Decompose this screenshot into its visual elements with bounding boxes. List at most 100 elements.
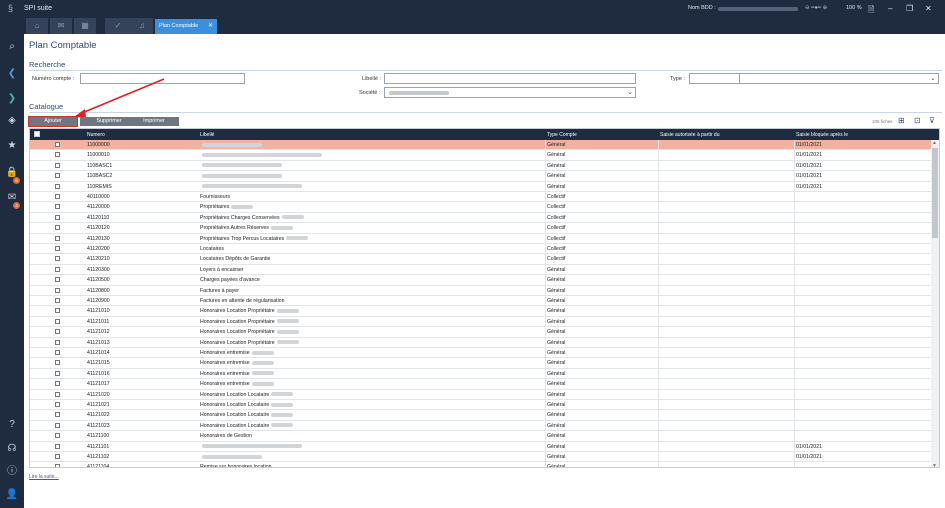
help-icon[interactable]: ? [5,418,19,432]
table-row[interactable]: 41120300 Loyers à encaisser Général [30,264,933,276]
scroll-up-icon[interactable]: ▲ [932,140,937,146]
table-row[interactable]: 11000000 Général 01/01/2021 [30,140,933,151]
libelle-input[interactable] [384,73,636,84]
table-row[interactable]: 41121015 Honoraires entremise Général [30,358,933,369]
row-checkbox[interactable] [55,370,60,376]
table-row[interactable]: 41121012 Honoraires Location Propriétaire… [30,327,933,338]
table-row[interactable]: 41121014 Honoraires entremise Général [30,348,933,359]
headset-icon[interactable]: ☊ [5,442,19,456]
info-icon[interactable]: ⓘ [5,465,19,479]
row-checkbox[interactable] [55,412,60,418]
table-row[interactable]: 41121023 Honoraires Location Locataire Gén… [30,420,933,432]
table-row[interactable]: 41121102 Général 01/01/2021 [30,452,933,463]
search-icon[interactable]: ⌕ [5,40,19,54]
col-saisie-bloquee[interactable]: Saisie bloquée après le [796,132,848,138]
select-all-checkbox[interactable] [34,131,40,137]
row-checkbox[interactable] [55,225,60,231]
row-checkbox[interactable] [55,194,60,199]
row-checkbox[interactable] [55,391,60,397]
scroll-down-icon[interactable]: ▼ [932,463,937,467]
check-icon[interactable]: ✓ [105,18,131,34]
vertical-scrollbar[interactable]: ▲ ▼ [931,140,939,467]
table-row[interactable]: 110BASC2 Général 01/01/2021 [30,171,933,182]
col-saisie-autorisee[interactable]: Saisie autorisée à partir du [660,132,719,138]
row-checkbox[interactable] [55,152,60,158]
row-checkbox[interactable] [55,402,60,407]
table-row[interactable]: 41121021 Honoraires Location Locataire Gén… [30,400,933,411]
table-row[interactable]: 41121013 Honoraires Location Propriétaire… [30,337,933,348]
row-checkbox[interactable] [55,308,60,314]
close-tab-icon[interactable]: ✕ [208,19,213,34]
lire-la-suite-link[interactable]: Lire la suite... [29,474,59,480]
chevron-right-icon[interactable]: ❯ [5,92,19,106]
zoom-slider[interactable]: ⊖ ━●━ ⊕ [805,5,827,11]
row-checkbox[interactable] [55,464,60,467]
row-checkbox[interactable] [55,235,60,241]
table-row[interactable]: 41121010 Honoraires Location Propriétaire… [30,306,933,317]
star-icon[interactable]: ★ [5,139,19,153]
user-icon[interactable]: 👤 [5,488,19,502]
table-row[interactable]: 110REMIS Général 01/01/2021 [30,181,933,192]
ajouter-button[interactable]: Ajouter [28,116,78,127]
row-checkbox[interactable] [55,162,60,168]
table-row[interactable]: 41121020 Honoraires Location Locataire Gén… [30,389,933,400]
col-libelle[interactable]: Libellé [200,132,214,138]
close-window-icon[interactable]: ✕ [925,4,932,13]
row-checkbox[interactable] [55,287,60,293]
row-checkbox[interactable] [55,298,60,303]
scroll-thumb[interactable] [932,148,938,238]
row-checkbox[interactable] [55,183,60,189]
row-checkbox[interactable] [55,339,60,345]
row-checkbox[interactable] [55,142,60,147]
table-row[interactable]: 41120900 Factures en attente de régularis… [30,296,933,307]
table-row[interactable]: 41121104 Remise sur honoraires location Gé… [30,462,933,467]
bell-icon[interactable]: ♫ [131,18,153,34]
row-checkbox[interactable] [55,277,60,283]
table-row[interactable]: 41121101 Général 01/01/2021 [30,441,933,452]
row-checkbox[interactable] [55,318,60,324]
table-row[interactable]: 41121016 Honoraires entremise Général [30,368,933,380]
row-checkbox[interactable] [55,443,60,449]
table-row[interactable]: 41121100 Honoraires de Gestion Général [30,431,933,442]
table-row[interactable]: 41120500 Charges payées d'avance Général [30,275,933,286]
col-type-compte[interactable]: Type Compte [547,132,577,138]
table-row[interactable]: 41121011 Honoraires Location Propriétaire… [30,316,933,328]
table-row[interactable]: 41120200 Locataires Collectif [30,244,933,255]
row-checkbox[interactable] [55,433,60,439]
row-checkbox[interactable] [55,214,60,220]
tab-plan-comptable[interactable]: Plan Comptable ✕ [155,19,217,34]
row-checkbox[interactable] [55,266,60,272]
table-row[interactable]: 41120120 Propriétaires Autres Réserves Col… [30,223,933,234]
row-checkbox[interactable] [55,454,60,459]
row-checkbox[interactable] [55,329,60,335]
table-row[interactable]: 41120130 Propriétaires Trop Percus Locata… [30,233,933,244]
calendar-icon[interactable]: ▦ [74,18,96,34]
filter-icon[interactable]: ⊽ [929,116,935,125]
table-row[interactable]: 41120000 Propriétaires Collectif [30,202,933,213]
row-checkbox[interactable] [55,381,60,387]
diamond-icon[interactable]: ◈ [5,114,19,128]
row-checkbox[interactable] [55,256,60,262]
table-row[interactable]: 41120210 Locataires Dépôts de Garantie Col… [30,254,933,265]
table-row[interactable]: 11000010 Général 01/01/2021 [30,150,933,161]
row-checkbox[interactable] [55,246,60,251]
mail-icon[interactable]: ✉ [50,18,72,34]
row-checkbox[interactable] [55,422,60,428]
minimize-icon[interactable]: – [888,4,892,13]
home-icon[interactable]: ⌂ [26,18,48,34]
imprimer-button[interactable]: Imprimer [129,117,179,126]
table-row[interactable]: 40110000 Fournisseurs Collectif [30,192,933,203]
table-row[interactable]: 110BASC1 Général 01/01/2021 [30,160,933,172]
row-checkbox[interactable] [55,204,60,210]
societe-select[interactable]: ⌄ [384,87,636,98]
row-checkbox[interactable] [55,360,60,366]
row-checkbox[interactable] [55,173,60,179]
restore-icon[interactable]: ❐ [906,4,913,13]
type-select[interactable]: ⌄ [689,73,939,84]
table-row[interactable]: 41121022 Honoraires Location Locataire Gén… [30,410,933,421]
row-checkbox[interactable] [55,350,60,355]
chevron-left-icon[interactable]: ❮ [5,67,19,81]
table-row[interactable]: 41120800 Factures à payer Général [30,285,933,296]
col-numero[interactable]: Numero [87,132,105,138]
numero-compte-input[interactable] [80,73,245,84]
